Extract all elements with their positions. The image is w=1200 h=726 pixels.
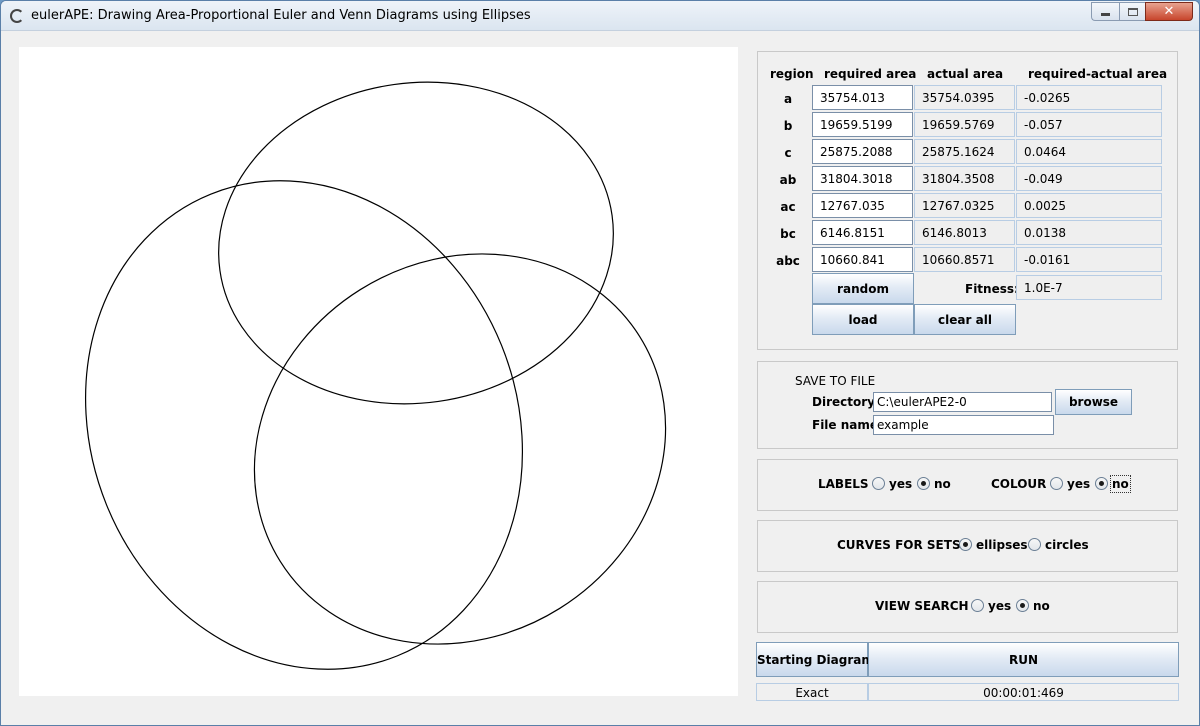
directory-label: Directory bbox=[812, 395, 875, 409]
filename-field[interactable]: example bbox=[873, 415, 1054, 435]
required-area-input[interactable]: 25875.2088 bbox=[812, 139, 913, 164]
view-search-panel: VIEW SEARCH yes no bbox=[757, 581, 1178, 633]
region-label: c bbox=[784, 146, 792, 160]
labels-option-label: LABELS bbox=[818, 477, 869, 491]
app-icon bbox=[10, 9, 24, 23]
colour-no-radio[interactable] bbox=[1095, 477, 1108, 490]
euler-diagram bbox=[84, 81, 667, 670]
colour-yes-text[interactable]: yes bbox=[1067, 477, 1090, 491]
maximize-icon bbox=[1127, 7, 1138, 16]
difference-value: -0.057 bbox=[1016, 112, 1162, 137]
region-label: bc bbox=[780, 227, 796, 241]
starting-diagram-button[interactable]: Starting Diagram bbox=[756, 642, 874, 677]
ellipse-left bbox=[84, 180, 524, 670]
actual-area-value: 31804.3508 bbox=[914, 166, 1015, 191]
actual-area-value: 25875.1624 bbox=[914, 139, 1015, 164]
required-area-input[interactable]: 10660.841 bbox=[812, 247, 913, 272]
header-actual-area: actual area bbox=[927, 67, 1004, 81]
region-label: ab bbox=[779, 173, 797, 187]
fitness-label: Fitness: bbox=[965, 282, 1019, 296]
labels-no-text[interactable]: no bbox=[934, 477, 951, 491]
view-yes-text[interactable]: yes bbox=[988, 599, 1011, 613]
ellipses-radio[interactable] bbox=[959, 538, 972, 551]
minimize-icon bbox=[1101, 13, 1110, 16]
app-window: eulerAPE: Drawing Area-Proportional Eule… bbox=[0, 0, 1200, 726]
difference-value: 0.0464 bbox=[1016, 139, 1162, 164]
save-to-file-panel: SAVE TO FILE Directory C:\eulerAPE2-0 br… bbox=[757, 361, 1178, 449]
ellipses-text[interactable]: ellipses bbox=[976, 538, 1028, 552]
minimize-button[interactable] bbox=[1091, 2, 1119, 21]
required-area-input[interactable]: 35754.013 bbox=[812, 85, 913, 110]
view-no-text[interactable]: no bbox=[1033, 599, 1050, 613]
save-heading: SAVE TO FILE bbox=[795, 374, 876, 388]
actual-area-value: 6146.8013 bbox=[914, 220, 1015, 245]
clear-all-button[interactable]: clear all bbox=[914, 304, 1016, 335]
header-required-area: required area bbox=[824, 67, 917, 81]
actual-area-value: 35754.0395 bbox=[914, 85, 1015, 110]
required-area-input[interactable]: 6146.8151 bbox=[812, 220, 913, 245]
view-search-label: VIEW SEARCH bbox=[875, 599, 969, 613]
window-title: eulerAPE: Drawing Area-Proportional Eule… bbox=[31, 8, 531, 23]
region-label: b bbox=[783, 119, 793, 133]
required-area-input[interactable]: 12767.035 bbox=[812, 193, 913, 218]
close-button[interactable]: ✕ bbox=[1145, 2, 1193, 21]
browse-button[interactable]: browse bbox=[1055, 389, 1132, 415]
required-area-input[interactable]: 31804.3018 bbox=[812, 166, 913, 191]
fitness-value: 1.0E-7 bbox=[1016, 275, 1162, 300]
title-bar[interactable]: eulerAPE: Drawing Area-Proportional Eule… bbox=[1, 1, 1199, 31]
actual-area-value: 12767.0325 bbox=[914, 193, 1015, 218]
header-region: region bbox=[770, 67, 814, 81]
run-button[interactable]: RUN bbox=[868, 642, 1179, 677]
actual-area-value: 10660.8571 bbox=[914, 247, 1015, 272]
ellipse-right bbox=[253, 253, 667, 645]
region-label: abc bbox=[776, 254, 800, 268]
view-yes-radio[interactable] bbox=[971, 599, 984, 612]
maximize-button[interactable] bbox=[1119, 2, 1145, 21]
region-label: a bbox=[783, 92, 793, 106]
diagram-canvas[interactable] bbox=[19, 47, 738, 696]
required-area-input[interactable]: 19659.5199 bbox=[812, 112, 913, 137]
circles-radio[interactable] bbox=[1028, 538, 1041, 551]
colour-option-label: COLOUR bbox=[991, 477, 1047, 491]
colour-yes-radio[interactable] bbox=[1050, 477, 1063, 490]
labels-colour-panel: LABELS yes no COLOUR yes no bbox=[757, 459, 1178, 511]
filename-label: File name bbox=[812, 418, 879, 432]
difference-value: -0.049 bbox=[1016, 166, 1162, 191]
labels-yes-text[interactable]: yes bbox=[889, 477, 912, 491]
actual-area-value: 19659.5769 bbox=[914, 112, 1015, 137]
difference-value: -0.0161 bbox=[1016, 247, 1162, 272]
directory-field[interactable]: C:\eulerAPE2-0 bbox=[873, 392, 1052, 412]
curves-panel: CURVES FOR SETS ellipses circles bbox=[757, 520, 1178, 572]
close-icon: ✕ bbox=[1163, 4, 1175, 19]
random-button[interactable]: random bbox=[812, 273, 914, 304]
difference-value: 0.0025 bbox=[1016, 193, 1162, 218]
status-mode: Exact bbox=[756, 683, 868, 701]
ellipse-top bbox=[218, 81, 614, 405]
view-no-radio[interactable] bbox=[1016, 599, 1029, 612]
difference-value: -0.0265 bbox=[1016, 85, 1162, 110]
colour-no-text[interactable]: no bbox=[1110, 475, 1131, 493]
regions-panel: region required area actual area require… bbox=[757, 51, 1178, 350]
status-elapsed-time: 00:00:01:469 bbox=[868, 683, 1179, 701]
circles-text[interactable]: circles bbox=[1045, 538, 1089, 552]
load-button[interactable]: load bbox=[812, 304, 914, 335]
labels-no-radio[interactable] bbox=[917, 477, 930, 490]
curves-option-label: CURVES FOR SETS bbox=[837, 538, 961, 552]
difference-value: 0.0138 bbox=[1016, 220, 1162, 245]
labels-yes-radio[interactable] bbox=[872, 477, 885, 490]
region-label: ac bbox=[780, 200, 796, 214]
header-required-actual-area: required-actual area bbox=[1028, 67, 1168, 81]
